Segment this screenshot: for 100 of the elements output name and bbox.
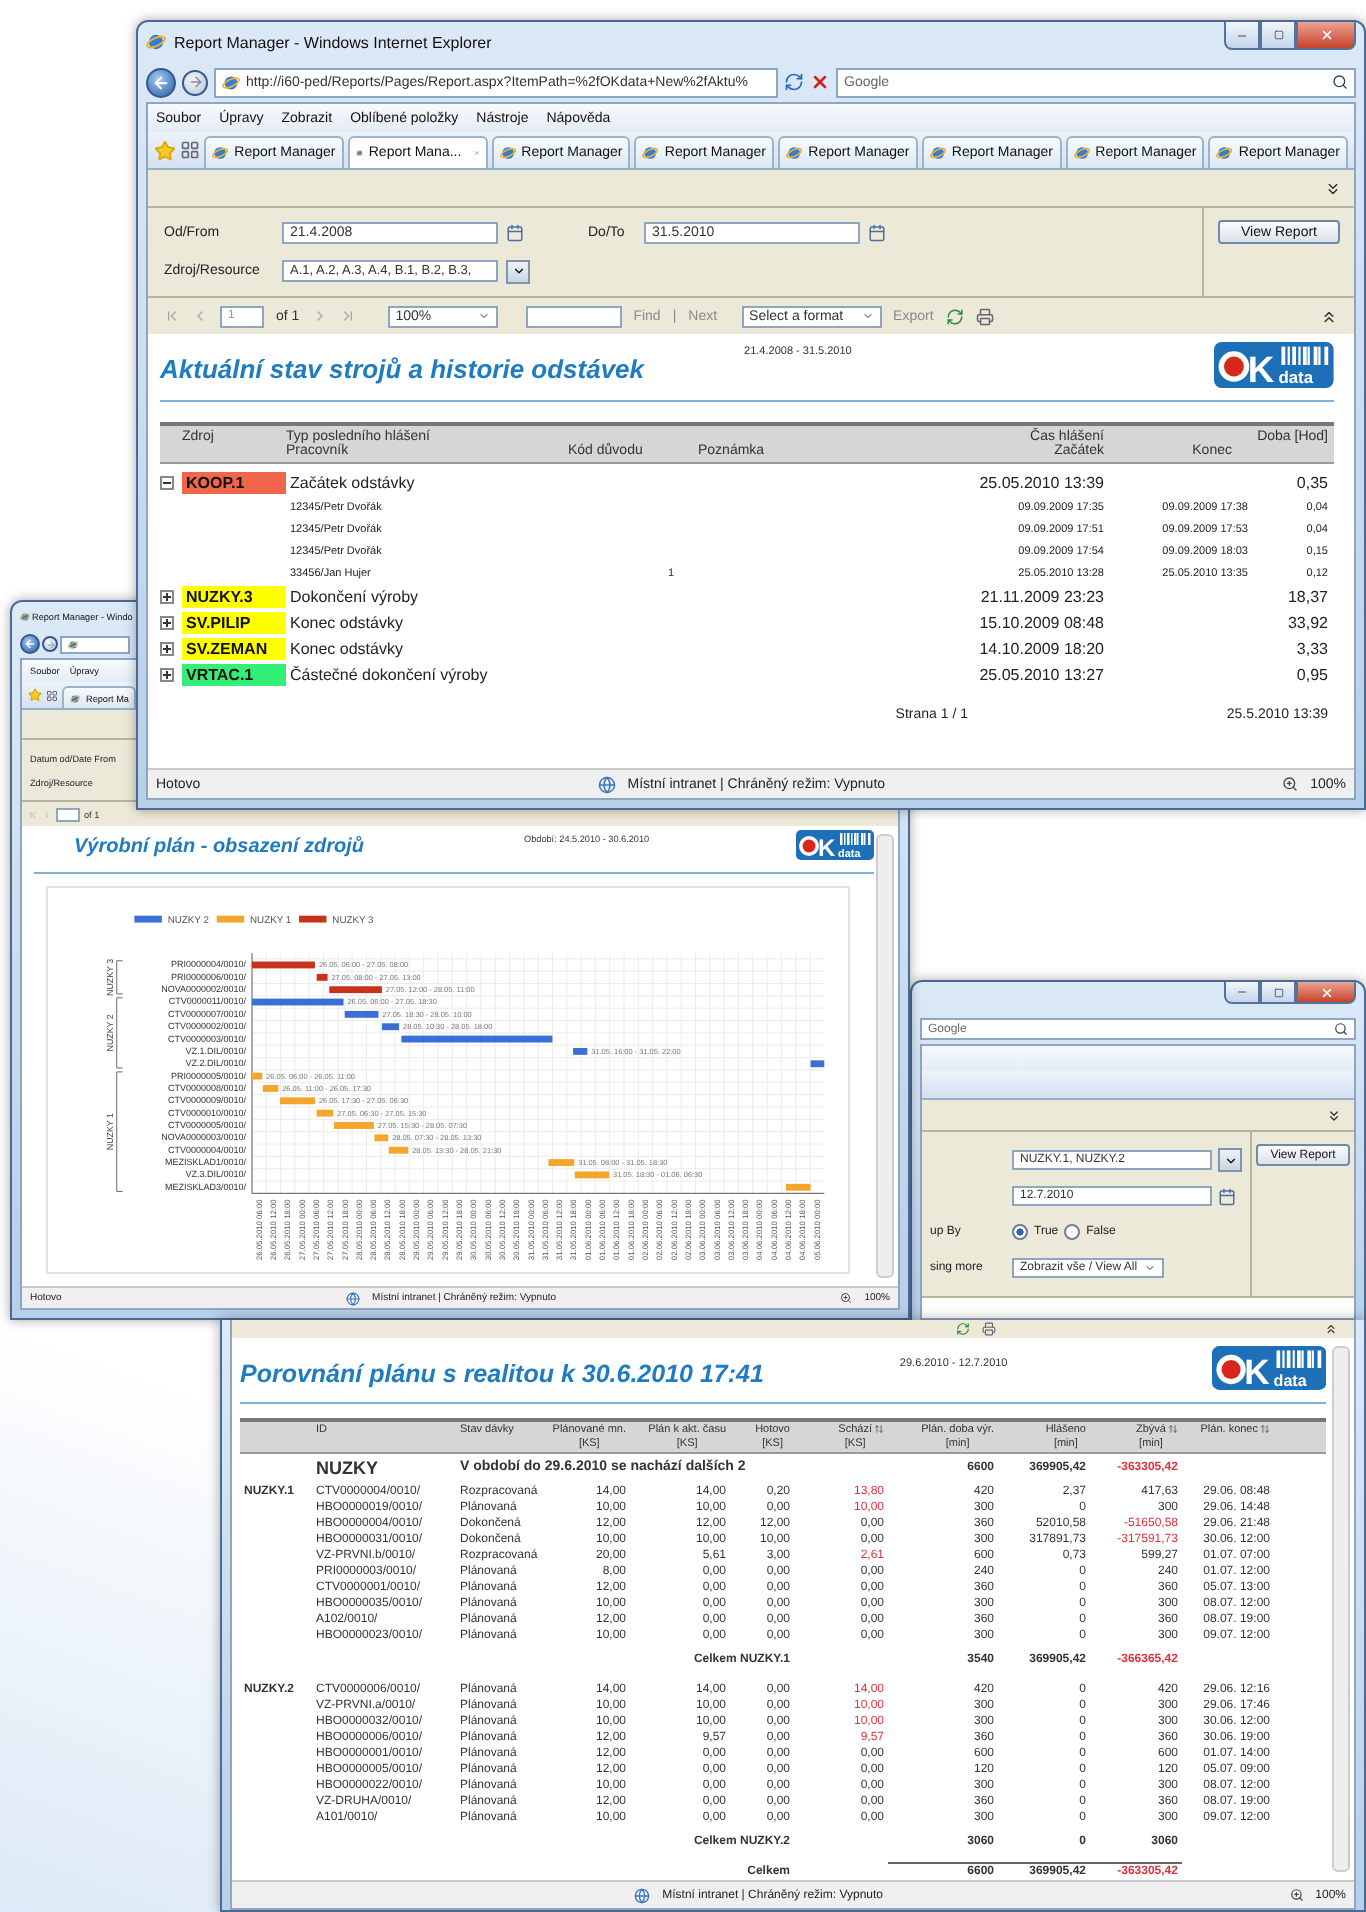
browser-icon	[1216, 144, 1233, 162]
maximize-icon	[1273, 30, 1283, 40]
browser-icon	[68, 639, 78, 649]
expand-toggle[interactable]	[160, 476, 174, 490]
browser-icon	[222, 73, 240, 91]
page-field[interactable]	[56, 807, 80, 821]
table-cell-text: 0,35	[1294, 474, 1328, 492]
zoom-icon	[1289, 1888, 1304, 1902]
resource-label: VRTAC.1	[182, 664, 286, 686]
globe-icon	[634, 1887, 651, 1903]
sort-icon[interactable]	[874, 1424, 884, 1434]
back-button[interactable]	[146, 67, 176, 97]
collapse-chevron-icon[interactable]	[1324, 1322, 1338, 1336]
favorites-star-icon[interactable]	[154, 139, 176, 161]
globe-icon	[346, 1291, 361, 1305]
zoom-icon	[1282, 776, 1299, 792]
plus-icon	[162, 644, 172, 654]
print-icon[interactable]	[982, 1322, 996, 1336]
table-cell-text: 15.10.2009 08:48	[977, 614, 1104, 632]
browser-icon	[786, 144, 803, 162]
close-button[interactable]	[1296, 982, 1356, 1004]
dropdown-button[interactable]	[1218, 1148, 1242, 1172]
sort-icon[interactable]	[1260, 1424, 1270, 1434]
expand-toggle[interactable]	[160, 642, 174, 656]
expand-chevron-icon[interactable]	[1326, 1107, 1342, 1123]
chevron-down-icon	[511, 264, 525, 278]
refresh-icon[interactable]	[945, 307, 964, 325]
collapse-chevron-icon[interactable]	[1320, 307, 1338, 325]
minimize-button[interactable]	[1224, 982, 1260, 1004]
close-button[interactable]	[1296, 22, 1356, 50]
forward-button[interactable]	[182, 69, 208, 95]
minimize-icon	[1236, 29, 1248, 41]
table-cell-text: 18,37	[1285, 588, 1328, 606]
back-arrow-icon	[152, 73, 170, 91]
plus-icon	[162, 592, 172, 602]
back-button[interactable]	[20, 634, 40, 654]
table-cell-text: 21.11.2009 23:23	[978, 588, 1104, 606]
maximize-icon	[1273, 987, 1283, 997]
minimize-button[interactable]	[1224, 22, 1260, 50]
chevron-down-icon	[1223, 1153, 1237, 1167]
forward-arrow-icon	[45, 639, 55, 649]
tab-grid-icon[interactable]	[180, 140, 200, 160]
browser-icon	[499, 144, 516, 162]
report-title: Aktuální stav strojů a historie odstávek	[160, 354, 645, 384]
calendar-icon[interactable]	[1218, 1187, 1236, 1205]
dropdown-button[interactable]	[506, 259, 530, 283]
browser-icon	[70, 693, 80, 703]
expand-toggle[interactable]	[160, 590, 174, 604]
table-cell-text: 25.05.2010 13:27	[977, 666, 1104, 684]
find-field[interactable]	[525, 305, 622, 327]
favorites-star-icon[interactable]	[28, 688, 42, 702]
calendar-icon[interactable]	[506, 224, 524, 242]
resource-label: SV.PILIP	[182, 612, 286, 634]
minimize-icon	[1236, 986, 1248, 998]
address-field[interactable]	[60, 635, 130, 653]
forward-button[interactable]	[42, 636, 58, 652]
group-title: NUZKY	[314, 1460, 380, 1476]
calendar-icon[interactable]	[868, 224, 886, 242]
close-icon	[1319, 28, 1333, 42]
resource-label: NUZKY.3	[182, 586, 286, 608]
chevron-down-icon	[861, 310, 874, 322]
table-cell-text: 0,95	[1294, 666, 1328, 684]
scrollbar[interactable]	[876, 834, 894, 1278]
globe-icon	[597, 775, 616, 793]
print-icon[interactable]	[975, 307, 994, 325]
expand-toggle[interactable]	[160, 668, 174, 682]
stop-icon[interactable]	[810, 72, 830, 92]
maximize-button[interactable]	[1260, 982, 1296, 1004]
tab-grid-icon[interactable]	[46, 689, 58, 701]
table-cell-text: Částečné dokončení výroby	[288, 666, 490, 684]
table-cell-text: Dokončení výroby	[288, 588, 421, 606]
refresh-icon[interactable]	[784, 72, 804, 92]
scrollbar[interactable]	[1332, 1346, 1350, 1872]
close-icon	[1319, 985, 1333, 999]
expand-chevron-icon[interactable]	[1324, 179, 1342, 197]
search-icon	[1332, 74, 1348, 90]
report-title: Porovnání plánu s realitou k 30.6.2010 17:41	[240, 1360, 764, 1388]
table-cell-text: Konec odstávky	[288, 614, 405, 632]
window-title: Report Manager - Windows Internet Explorer	[174, 33, 492, 51]
expand-toggle[interactable]	[160, 616, 174, 630]
radio-button[interactable]	[1064, 1224, 1081, 1240]
sort-icon[interactable]	[1168, 1424, 1178, 1434]
chevron-down-icon	[1143, 1262, 1156, 1274]
forward-arrow-icon	[187, 74, 203, 90]
plus-icon	[162, 618, 172, 628]
browser-icon	[146, 32, 166, 52]
table-cell-text: Konec odstávky	[288, 640, 405, 658]
maximize-button[interactable]	[1260, 22, 1296, 50]
browser-icon	[642, 144, 659, 162]
browser-icon	[20, 611, 30, 621]
plus-icon	[162, 670, 172, 680]
resource-label: SV.ZEMAN	[182, 638, 286, 660]
search-icon	[1334, 1022, 1348, 1036]
back-arrow-icon	[24, 638, 36, 650]
refresh-icon[interactable]	[956, 1322, 970, 1336]
logo: K data	[1214, 342, 1334, 388]
radio-button[interactable]	[1012, 1224, 1028, 1240]
zoom-icon	[840, 1292, 853, 1304]
table-cell-text: 3,33	[1294, 640, 1328, 658]
minus-icon	[162, 478, 172, 488]
